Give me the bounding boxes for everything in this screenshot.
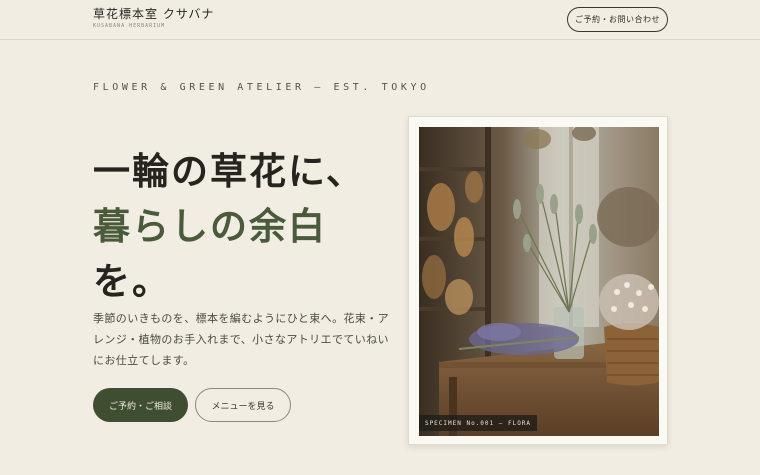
lead-line-3: にお仕立てします。 [93,354,195,367]
menu-button[interactable]: メニューを見る [195,388,291,422]
brand-logo[interactable]: 草花標本室 クサバナ KUSABANA HERBARIUM [93,7,214,30]
hero-lead: 季節のいきものを、標本を編むようにひと束へ。花束・ア レンジ・植物のお手入れまで… [93,308,390,371]
contact-button[interactable]: ご予約・お問い合わせ [567,7,668,32]
headline-line-3: を。 [93,259,171,303]
hero-headline: 一輪の草花に、 暮らしの余白 を。 [93,144,365,309]
lead-line-2: レンジ・植物のお手入れまで、小さなアトリエでていねい [93,333,389,346]
brand-subtitle: KUSABANA HERBARIUM [93,23,166,29]
hero-eyebrow: FLOWER & GREEN ATELIER — EST. TOKYO [93,82,430,93]
specimen-caption: SPECIMEN No.001 — FLORA [419,415,537,431]
headline-line-1: 一輪の草花に、 [93,149,365,193]
brand-name: 草花標本室 クサバナ [93,7,215,21]
photo-card: SPECIMEN No.001 — FLORA [408,116,668,445]
lead-line-1: 季節のいきものを、標本を編むようにひと束へ。花束・ア [93,312,390,325]
reserve-button[interactable]: ご予約・ご相談 [93,388,188,422]
photo-illustration [419,127,659,436]
headline-line-2: 暮らしの余白 [93,204,327,248]
site-header: 草花標本室 クサバナ KUSABANA HERBARIUM ご予約・お問い合わせ [0,0,760,40]
dried-flower-photo [419,127,659,436]
